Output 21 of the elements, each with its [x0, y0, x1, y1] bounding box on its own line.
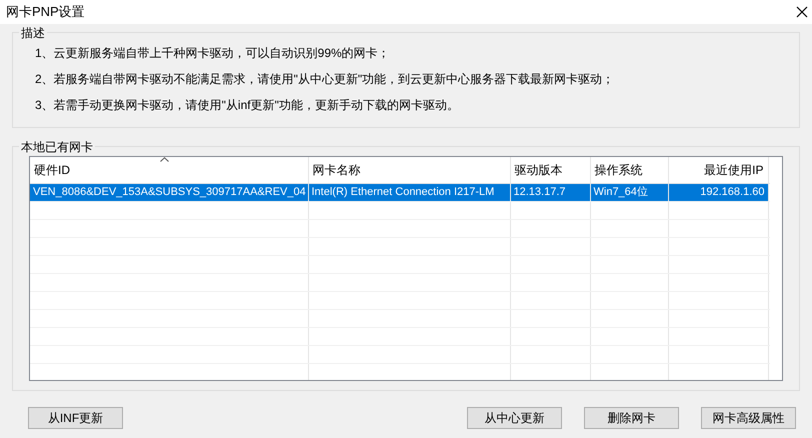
table-cell: VEN_8086&DEV_153A&SUBSYS_309717AA&REV_04	[30, 183, 308, 201]
column-header[interactable]: 硬件ID	[30, 157, 308, 183]
table-cell: Intel(R) Ethernet Connection I217-LM	[308, 183, 510, 201]
column-header[interactable]: 最近使用IP	[668, 157, 768, 183]
dialog-button[interactable]: 从INF更新	[28, 407, 123, 429]
close-icon[interactable]	[796, 6, 808, 18]
table-cell: Win7_64位	[590, 183, 668, 201]
table-cell: 12.13.17.7	[510, 183, 590, 201]
table-row[interactable]: VEN_8086&DEV_153A&SUBSYS_309717AA&REV_04 Intel(R) Ethernet Connection I217-LM 12.13.17.7 Win7_64位 192.168.1.60	[30, 183, 770, 201]
description-line: 3、若需手动更换网卡驱动，请使用"从inf更新"功能，更新手动下载的网卡驱动。	[35, 97, 460, 114]
dialog-button[interactable]: 删除网卡	[584, 407, 679, 429]
description-line: 1、云更新服务端自带上千种网卡驱动，可以自动识别99%的网卡；	[35, 45, 391, 62]
column-header[interactable]: 驱动版本	[510, 157, 590, 183]
dialog-button[interactable]: 网卡高级属性	[701, 407, 796, 429]
group-title: 描述	[19, 24, 47, 42]
column-header[interactable]: 操作系统	[590, 157, 668, 183]
window-title: 网卡PNP设置	[6, 3, 85, 22]
dialog-button[interactable]: 从中心更新	[467, 407, 562, 429]
description-line: 2、若服务端自带网卡驱动不能满足需求，请使用"从中心更新"功能，到云更新中心服务器下载最新网卡驱动；	[35, 71, 616, 88]
column-header[interactable]: 网卡名称	[308, 157, 510, 183]
table-cell: 192.168.1.60	[668, 183, 768, 201]
